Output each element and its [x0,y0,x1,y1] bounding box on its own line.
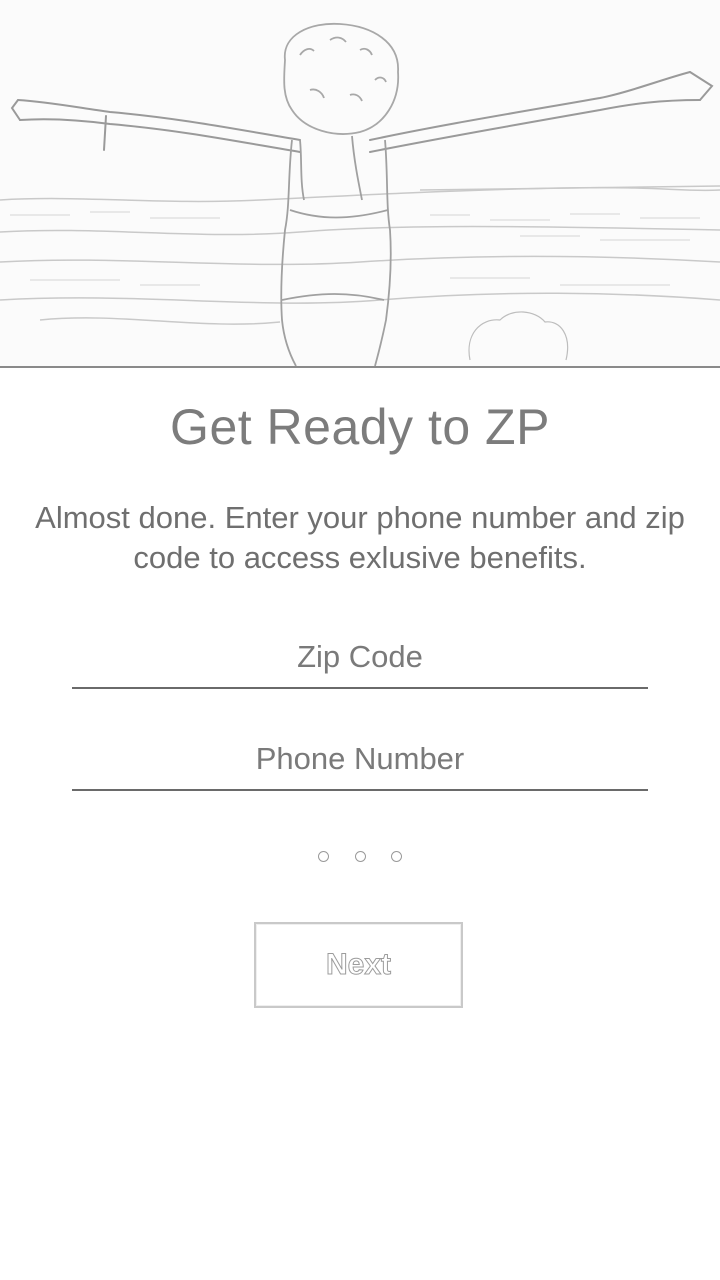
phone-number-input[interactable] [72,729,648,791]
page-indicator [318,851,402,865]
next-button-label: Next [325,948,392,982]
page-subtitle: Almost done. Enter your phone number and… [35,500,685,575]
page-indicator-dot [391,851,402,862]
next-button[interactable]: Next [254,922,463,1008]
zip-code-input[interactable] [72,627,648,689]
hero-image [0,0,720,368]
page-indicator-dot [354,851,366,862]
page-title: Get Ready to ZP [170,399,550,455]
page-indicator-dot [318,851,329,862]
onboarding-screen: Get Ready to ZP Almost done. Enter your … [0,0,720,1280]
